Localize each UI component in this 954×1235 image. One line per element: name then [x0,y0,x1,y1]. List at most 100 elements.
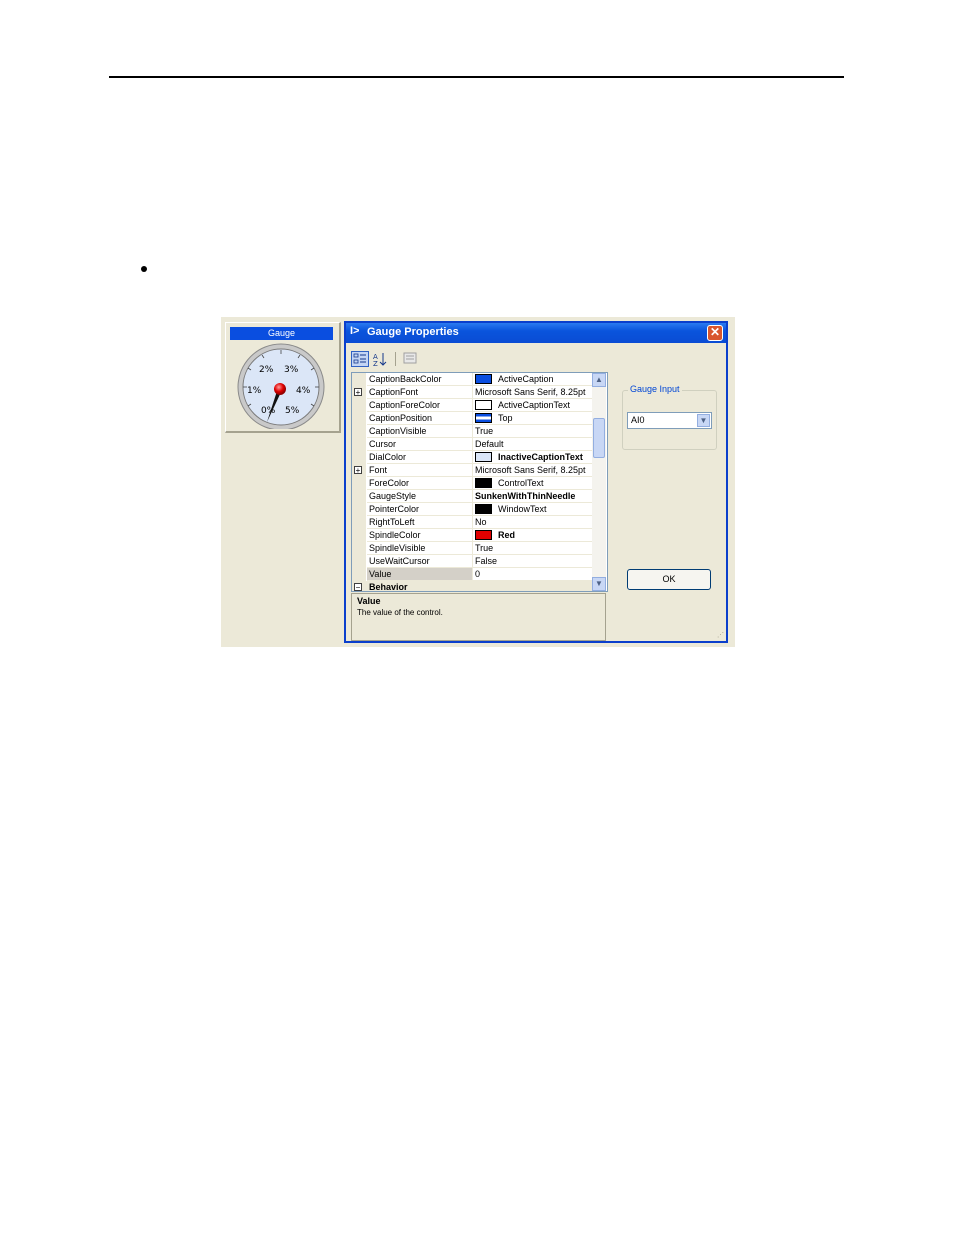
row-margin [352,477,366,490]
property-name: Font [367,464,472,477]
expand-icon[interactable]: + [354,466,362,475]
property-value[interactable]: 0 [472,568,595,581]
ok-button[interactable]: OK [627,569,711,590]
collapse-icon[interactable]: − [354,583,362,591]
property-name: GaugeStyle [367,490,472,503]
property-pages-icon[interactable] [401,351,419,367]
property-row[interactable]: ForeColor ControlText [352,477,595,490]
row-margin [352,490,366,503]
property-value[interactable]: InactiveCaptionText [472,451,595,464]
property-row[interactable]: CaptionBackColor ActiveCaption [352,373,595,386]
screenshot-figure: Gauge 0% 1% 2% 3% 4% 5% I> Gauge Propert… [221,317,735,647]
gauge-tick-4: 4% [296,386,311,396]
property-name: Value [367,568,472,581]
property-value-text: ActiveCaption [498,374,554,384]
property-row[interactable]: CaptionVisible True [352,425,595,438]
property-value[interactable]: Microsoft Sans Serif, 8.25pt [472,386,595,399]
property-value[interactable]: ActiveCaptionText [472,399,595,412]
row-margin [352,568,366,581]
property-value[interactable]: Microsoft Sans Serif, 8.25pt [472,464,595,477]
property-row[interactable]: SpindleColor Red [352,529,595,542]
property-value-text: Microsoft Sans Serif, 8.25pt [475,387,586,397]
property-name: DialColor [367,451,472,464]
property-name: ForeColor [367,477,472,490]
property-value[interactable]: True [472,542,595,555]
gauge-input-value: AI0 [631,415,645,425]
property-value[interactable]: SunkenWithThinNeedle [472,490,595,503]
property-row[interactable]: PointerColor WindowText [352,503,595,516]
property-description-panel: Value The value of the control. [351,593,606,641]
property-value-text: True [475,543,494,553]
property-value-text: WindowText [498,504,547,514]
dialog-title: Gauge Properties [367,326,459,338]
gauge-tick-1: 1% [247,386,262,396]
scroll-up-icon[interactable]: ▲ [592,373,606,387]
close-icon: ✕ [709,325,721,339]
property-row[interactable]: RightToLeft No [352,516,595,529]
property-row[interactable]: Cursor Default [352,438,595,451]
alphabetical-icon[interactable]: AZ [371,351,389,368]
property-value-text: False [475,556,498,566]
property-value[interactable]: False [472,555,595,568]
property-value-text: InactiveCaptionText [498,452,583,462]
property-value-text: SunkenWithThinNeedle [475,491,576,501]
scroll-thumb[interactable] [593,418,605,458]
resize-grip-icon[interactable]: ⋰ [717,631,724,639]
close-button[interactable]: ✕ [707,325,723,341]
category-row-behavior[interactable]: − Behavior [352,581,592,591]
dialog-titlebar[interactable]: I> Gauge Properties ✕ [346,323,726,343]
page-header-rule [109,76,844,78]
property-row[interactable]: + Font Microsoft Sans Serif, 8.25pt [352,464,595,477]
property-grid-scrollbar[interactable]: ▲ ▼ [592,373,606,591]
description-text: The value of the control. [357,608,443,617]
property-row[interactable]: UseWaitCursor False [352,555,595,568]
svg-text:Z: Z [373,360,378,367]
property-row[interactable]: Value 0 [352,568,595,581]
row-margin [352,438,366,451]
property-row[interactable]: SpindleVisible True [352,542,595,555]
gauge-properties-dialog: I> Gauge Properties ✕ AZ CaptionBackColo… [344,321,728,643]
row-margin [352,451,366,464]
property-value[interactable]: Red [472,529,595,542]
property-name: PointerColor [367,503,472,516]
color-swatch-icon [475,373,492,384]
color-swatch-icon [475,477,492,488]
app-icon: I> [350,325,360,337]
row-margin [352,425,366,438]
property-value[interactable]: Default [472,438,595,451]
property-value[interactable]: ActiveCaption [472,373,595,386]
gauge-control[interactable]: Gauge 0% 1% 2% 3% 4% 5% [225,322,341,433]
row-margin [352,542,366,555]
row-margin: + [352,464,366,477]
property-row[interactable]: DialColor InactiveCaptionText [352,451,595,464]
property-value[interactable]: Top [472,412,595,425]
property-value[interactable]: No [472,516,595,529]
property-value-text: No [475,517,487,527]
property-value[interactable]: ControlText [472,477,595,490]
scroll-down-icon[interactable]: ▼ [592,577,606,591]
property-row[interactable]: + CaptionFont Microsoft Sans Serif, 8.25pt [352,386,595,399]
property-name: RightToLeft [367,516,472,529]
property-name: CaptionFont [367,386,472,399]
property-row[interactable]: CaptionPosition Top [352,412,595,425]
property-row[interactable]: GaugeStyle SunkenWithThinNeedle [352,490,595,503]
property-row[interactable]: CaptionForeColor ActiveCaptionText [352,399,595,412]
expand-icon[interactable]: + [354,388,362,397]
description-title: Value [357,596,381,606]
property-name: Cursor [367,438,472,451]
row-margin: + [352,386,366,399]
color-swatch-icon [475,399,492,410]
chevron-down-icon[interactable]: ▼ [697,414,710,427]
gauge-tick-2: 2% [259,365,274,375]
property-value[interactable]: True [472,425,595,438]
property-name: SpindleVisible [367,542,472,555]
categorized-icon[interactable] [351,351,369,367]
property-value-text: ActiveCaptionText [498,400,571,410]
color-swatch-icon [475,529,492,540]
row-margin [352,412,366,425]
gauge-caption: Gauge [230,327,333,340]
property-value[interactable]: WindowText [472,503,595,516]
gauge-input-select[interactable]: AI0 ▼ [627,412,712,429]
toolbar-separator [395,352,396,366]
row-margin [352,399,366,412]
